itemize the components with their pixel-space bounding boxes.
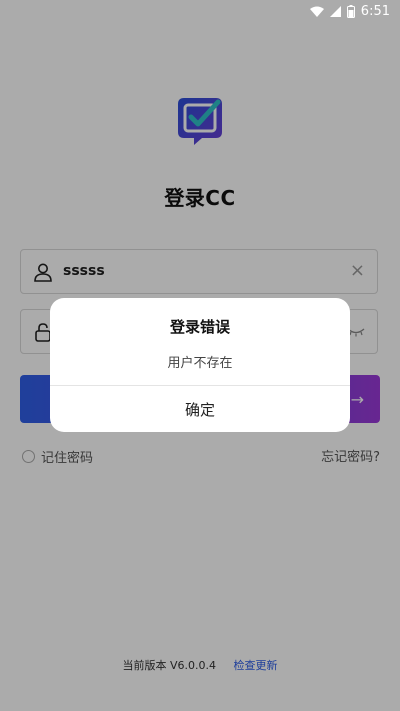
wifi-icon — [309, 6, 324, 17]
status-bar: 6:51 — [0, 0, 400, 22]
dialog-title: 登录错误 — [169, 318, 230, 336]
signal-icon — [329, 5, 341, 17]
dialog-ok-button[interactable]: 确定 — [50, 386, 350, 432]
battery-icon — [346, 4, 355, 18]
dialog-message: 用户不存在 — [167, 356, 233, 371]
status-time: 6:51 — [360, 3, 390, 19]
error-dialog: 登录错误 用户不存在 确定 — [50, 298, 350, 432]
